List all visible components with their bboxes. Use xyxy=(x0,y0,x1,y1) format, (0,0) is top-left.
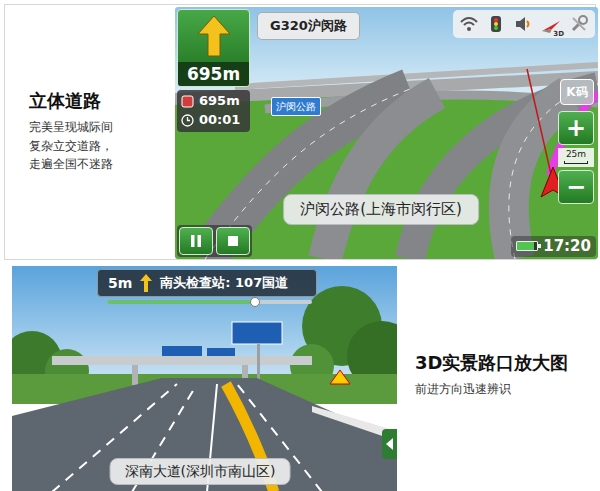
wifi-icon[interactable] xyxy=(459,14,479,34)
navigation-screen: 695m 695m 00:01 G320沪闵路 3D xyxy=(175,7,598,259)
guidance-distance: 5m xyxy=(108,273,132,294)
battery-icon xyxy=(516,241,538,251)
straight-arrow-icon xyxy=(140,274,152,292)
status-bar: 3D xyxy=(453,10,595,38)
overpass-feature: 立体道路 完美呈现城际间复杂立交道路，走遍全国不迷路 xyxy=(4,4,596,260)
current-road-label: 深南大道(深圳市南山区) xyxy=(110,458,291,485)
overpass-text: 立体道路 完美呈现城际间复杂立交道路，走遍全国不迷路 xyxy=(5,5,175,259)
zoom-out-button[interactable]: − xyxy=(558,170,594,204)
junction-screen: 5m 南头检查站: 107国道 深南大道(深圳市南山区) xyxy=(12,266,397,491)
pause-button[interactable] xyxy=(179,227,213,255)
side-panel-tab[interactable] xyxy=(382,429,397,459)
view-mode[interactable]: 3D xyxy=(540,13,562,35)
remaining-panel: 695m 00:01 xyxy=(177,90,250,132)
guidance-road: 南头检查站: 107国道 xyxy=(160,273,288,293)
speaker-icon[interactable] xyxy=(513,14,533,34)
zoom-controls: + 25m − xyxy=(558,111,594,204)
page: 立体道路 完美呈现城际间复杂立交道路，走遍全国不迷路 xyxy=(0,0,600,491)
remaining-distance: 695m xyxy=(199,92,240,111)
zoom-in-button[interactable]: + xyxy=(558,111,594,145)
stop-icon xyxy=(226,234,240,248)
route-progress-fill xyxy=(107,300,255,304)
settings-icon[interactable] xyxy=(569,14,589,34)
feature-title: 立体道路 xyxy=(29,90,175,112)
guidance-bar: 5m 南头检查站: 107国道 xyxy=(97,269,317,297)
turn-panel: 695m xyxy=(177,9,250,87)
clock-panel: 17:20 xyxy=(511,236,596,258)
remaining-time-row: 00:01 xyxy=(181,111,246,130)
pause-icon xyxy=(189,234,203,248)
progress-knob[interactable] xyxy=(250,297,260,307)
junction-feature: 5m 南头检查站: 107国道 深南大道(深圳市南山区) 3D实景路口放大图 前… xyxy=(4,264,596,487)
route-progress xyxy=(107,300,312,304)
feature-description: 完美呈现城际间复杂立交道路，走遍全国不迷路 xyxy=(29,118,115,174)
traffic-icon[interactable] xyxy=(486,14,506,34)
k-code-button[interactable]: K码 xyxy=(560,79,594,105)
scale-label: 25m xyxy=(566,149,586,159)
battery-fill xyxy=(517,242,534,250)
next-road-label: G320沪闵路 xyxy=(257,12,360,40)
playback-controls xyxy=(177,225,252,257)
current-road-label: 沪闵公路(上海市闵行区) xyxy=(283,194,479,225)
stop-button[interactable] xyxy=(216,227,250,255)
straight-arrow-icon xyxy=(197,14,231,58)
feature-title: 3D实景路口放大图 xyxy=(415,352,596,374)
clock-icon xyxy=(181,114,194,127)
map-road-label: 沪闵公路 xyxy=(271,97,321,116)
junction-text: 3D实景路口放大图 前进方向迅速辨识 xyxy=(397,264,596,487)
feature-description: 前进方向迅速辨识 xyxy=(415,380,596,399)
left-triangle-icon xyxy=(386,438,394,450)
map-scale: 25m xyxy=(558,148,594,167)
remaining-distance-row: 695m xyxy=(181,92,246,111)
scale-bar xyxy=(564,161,588,164)
remaining-time: 00:01 xyxy=(199,111,240,130)
view-mode-label: 3D xyxy=(553,31,564,38)
clock-time: 17:20 xyxy=(543,237,591,257)
destination-icon xyxy=(181,95,194,108)
turn-distance: 695m xyxy=(178,62,249,86)
